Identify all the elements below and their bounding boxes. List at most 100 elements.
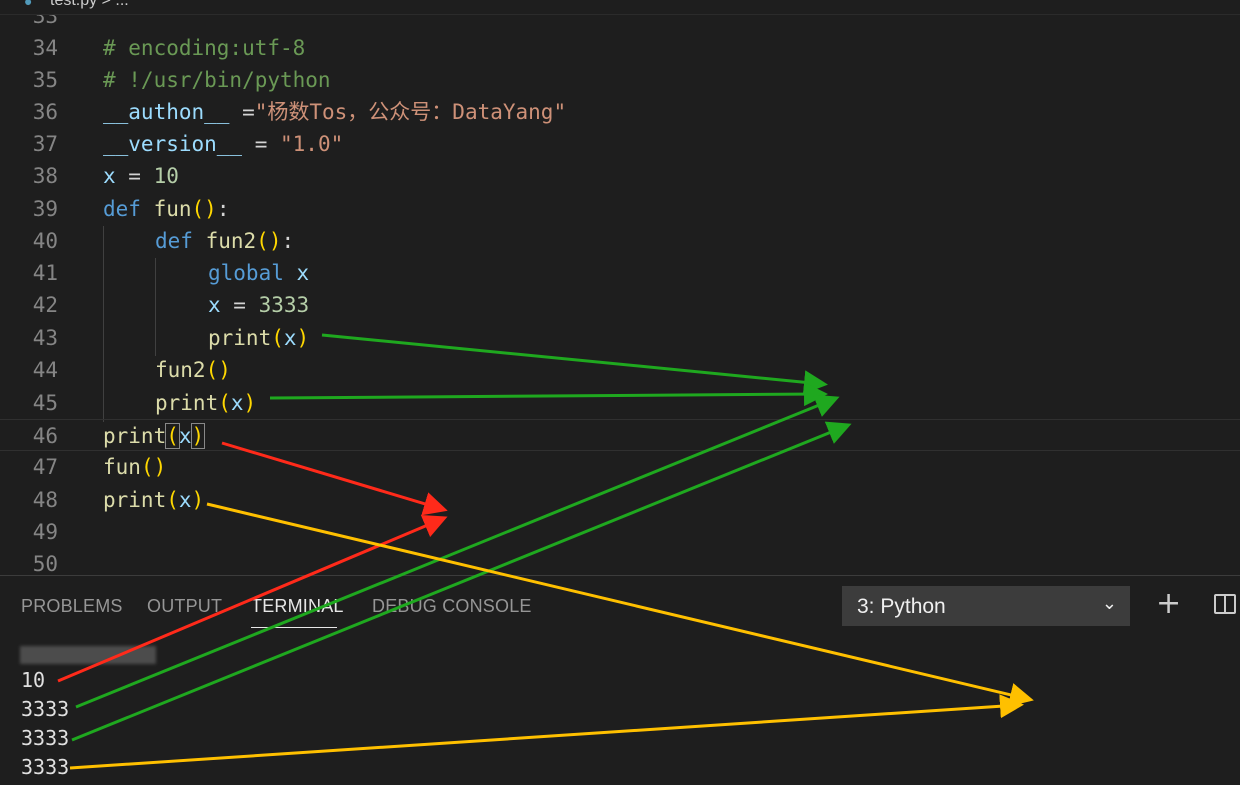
- code-line: 34 # encoding:utf-8: [0, 32, 1240, 64]
- redacted-text: [20, 646, 156, 664]
- editor-tab-bar: ● test.py > ...: [0, 0, 1240, 15]
- function-token: fun2: [155, 358, 206, 382]
- string-token: "1.0": [280, 132, 344, 156]
- tab-debug-console[interactable]: DEBUG CONSOLE: [372, 596, 532, 617]
- line-number: 50: [32, 552, 58, 575]
- tab-terminal[interactable]: TERMINAL: [251, 596, 344, 617]
- code-line: 37 __version__ = "1.0": [0, 128, 1240, 160]
- line-number: 35: [32, 68, 58, 92]
- code-line: 48 print(x): [0, 484, 1240, 516]
- keyword-token: def: [155, 229, 193, 253]
- variable-token: x: [178, 424, 192, 448]
- paren-token: (): [256, 229, 282, 253]
- line-number: 34: [32, 36, 58, 60]
- code-line: 42 x = 3333: [0, 289, 1240, 321]
- tab-problems[interactable]: PROBLEMS: [21, 596, 123, 617]
- comment-token: # !/usr/bin/python: [103, 68, 331, 92]
- function-token: print: [103, 424, 167, 448]
- operator-token: =: [220, 293, 259, 317]
- terminal-output-line: 3333: [21, 755, 70, 779]
- line-number: 41: [32, 261, 58, 285]
- line-number: 47: [32, 455, 58, 479]
- code-line: 40 def fun2():: [0, 225, 1240, 257]
- paren-token: (): [140, 455, 167, 479]
- keyword-token: def: [103, 197, 141, 221]
- code-line: 43 print(x): [0, 322, 1240, 354]
- colon-token: :: [281, 229, 295, 253]
- line-number: 45: [32, 391, 58, 415]
- number-token: 3333: [258, 293, 310, 317]
- operator-token: =: [115, 164, 154, 188]
- line-number: 42: [32, 293, 58, 317]
- tab-output[interactable]: OUTPUT: [147, 596, 222, 617]
- chevron-down-icon: ⌄: [1101, 593, 1117, 613]
- code-line: 41 global x: [0, 257, 1240, 289]
- active-tab-indicator: [251, 627, 337, 628]
- variable-token: x: [296, 261, 310, 285]
- code-line: 47 fun(): [0, 451, 1240, 483]
- code-line: 50: [0, 548, 1240, 575]
- paren-token: (: [271, 326, 284, 350]
- line-number: 43: [32, 326, 58, 350]
- variable-token: __authon__: [103, 100, 230, 124]
- function-token: fun: [103, 455, 141, 479]
- line-number: 44: [32, 358, 58, 382]
- terminal-select-value: 3: Python: [857, 595, 946, 618]
- matched-bracket: ): [190, 423, 206, 449]
- code-editor[interactable]: 33 34 # encoding:utf-8 35 # !/usr/bin/pyth…: [0, 15, 1240, 575]
- variable-token: x: [283, 326, 297, 350]
- code-line: 35 # !/usr/bin/python: [0, 64, 1240, 96]
- line-number: 49: [32, 520, 58, 544]
- line-number: 37: [32, 132, 58, 156]
- string-token: "杨数Tos，公众号：DataYang": [254, 100, 567, 124]
- colon-token: :: [216, 197, 230, 221]
- terminal-output-line: 10: [21, 668, 46, 692]
- function-token: fun: [153, 197, 192, 221]
- paren-token: (: [218, 391, 231, 415]
- code-line: 49: [0, 516, 1240, 548]
- line-number: 39: [32, 197, 58, 221]
- line-number: 40: [32, 229, 58, 253]
- variable-token: x: [230, 391, 244, 415]
- paren-token: (): [205, 358, 231, 382]
- operator-token: =: [229, 100, 255, 124]
- code-line: 36 __authon__ ="杨数Tos，公众号：DataYang": [0, 96, 1240, 128]
- paren-token: ): [243, 391, 257, 415]
- terminal-select[interactable]: 3: Python ⌄: [842, 586, 1130, 626]
- code-line: 39 def fun():: [0, 193, 1240, 225]
- function-token: print: [103, 488, 167, 512]
- variable-token: x: [103, 164, 116, 188]
- line-number: 46: [32, 424, 58, 448]
- bottom-panel: PROBLEMS OUTPUT TERMINAL DEBUG CONSOLE 3…: [0, 575, 1240, 785]
- paren-token: (: [166, 488, 179, 512]
- code-line: 38 x = 10: [0, 160, 1240, 192]
- operator-token: =: [242, 132, 281, 156]
- paren-token: (): [191, 197, 217, 221]
- breadcrumb[interactable]: test.py > ...: [50, 0, 129, 10]
- keyword-token: global: [208, 261, 284, 285]
- variable-token: x: [178, 488, 192, 512]
- variable-token: x: [208, 293, 221, 317]
- function-token: print: [155, 391, 219, 415]
- comment-token: # encoding:utf-8: [103, 36, 306, 60]
- line-number: 38: [32, 164, 58, 188]
- function-token: fun2: [205, 229, 257, 253]
- terminal-output-line: 3333: [21, 697, 70, 721]
- code-line-active[interactable]: 46 print(x): [0, 419, 1240, 451]
- new-terminal-button[interactable]: +: [1156, 584, 1181, 624]
- paren-token: ): [296, 326, 310, 350]
- split-terminal-icon[interactable]: [1214, 594, 1236, 614]
- paren-token: ): [191, 488, 205, 512]
- number-token: 10: [153, 164, 179, 188]
- python-file-icon: ●: [24, 0, 33, 9]
- terminal-output-line: 3333: [21, 726, 70, 750]
- line-number: 36: [32, 100, 58, 124]
- variable-token: __version__: [103, 132, 243, 156]
- matched-bracket: (: [165, 423, 180, 449]
- function-token: print: [208, 326, 272, 350]
- code-line: 33: [0, 15, 1240, 32]
- code-line: 45 print(x): [0, 387, 1240, 419]
- code-line: 44 fun2(): [0, 354, 1240, 386]
- line-number: 33: [32, 15, 58, 28]
- line-number: 48: [32, 488, 58, 512]
